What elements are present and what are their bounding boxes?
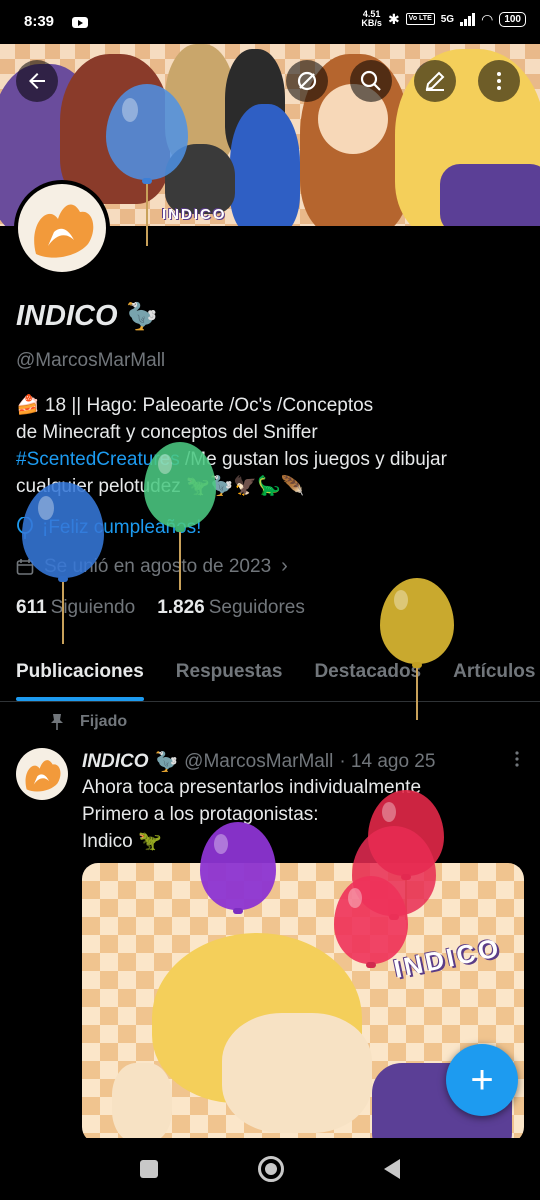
signal-icon xyxy=(460,12,476,26)
dodo-emoji: 🦤 xyxy=(154,752,179,773)
youtube-icon xyxy=(72,17,88,28)
hashtag-link[interactable]: #ScentedCreatures xyxy=(16,449,180,470)
post-author-name[interactable]: INDICO xyxy=(82,751,149,773)
back-button[interactable] xyxy=(16,60,58,102)
followers-count: 1.826 xyxy=(157,597,205,618)
followers-label: Seguidores xyxy=(208,597,305,618)
system-nav-bar xyxy=(0,1138,540,1200)
pinned-label: Fijado xyxy=(50,713,127,731)
wifi-icon: ◠ xyxy=(481,10,494,27)
post-text: Ahora toca presentarlos individualmente … xyxy=(82,774,522,855)
profile-name: INDICO 🦤 xyxy=(16,300,158,333)
profile-bio: 🍰 18 || Hago: Paleoarte /Oc's /Conceptos… xyxy=(16,392,526,500)
birthday-text: ¡Feliz cumpleaños! xyxy=(42,517,202,538)
back-nav-button[interactable] xyxy=(384,1159,400,1179)
banner-character-blue xyxy=(230,104,300,226)
status-bar: 8:39 4.51 KB/s ✱ Vo LTE 5G ◠ 100 xyxy=(0,0,540,44)
status-time: 8:39 xyxy=(24,13,55,30)
banner-character-bird xyxy=(165,144,235,214)
bio-text: /Me gustan los juegos y dibujar xyxy=(179,449,447,470)
post-header: INDICO 🦤 @MarcosMarMall · 14 ago 25 xyxy=(82,750,522,774)
follow-stats: 611 Siguiendo 1.826 Seguidores xyxy=(16,597,305,619)
pencil-icon xyxy=(425,71,445,91)
post-more-button[interactable] xyxy=(514,750,520,768)
plus-icon: + xyxy=(470,1057,494,1102)
joined-date[interactable]: Se unió en agosto de 2023 › xyxy=(16,555,288,578)
fox-logo-icon xyxy=(25,760,61,792)
compose-button[interactable]: + xyxy=(446,1044,518,1116)
net-speed: 4.51 KB/s xyxy=(361,10,382,28)
status-indicators: 4.51 KB/s ✱ Vo LTE 5G ◠ 100 xyxy=(361,10,526,28)
tab-destacados[interactable]: Destacados xyxy=(298,640,437,701)
following-label: Siguiendo xyxy=(50,597,136,618)
grok-icon xyxy=(297,71,317,91)
media-title: INDICO xyxy=(390,932,504,985)
more-vertical-icon xyxy=(515,751,519,767)
profile-tabs: Publicaciones Respuestas Destacados Artí… xyxy=(0,640,540,702)
post-line: Ahora toca presentarlos individualmente xyxy=(82,777,422,798)
balloon-icon xyxy=(17,517,33,539)
post-author-handle[interactable]: @MarcosMarMall xyxy=(184,751,333,773)
profile-avatar[interactable] xyxy=(14,180,110,276)
bio-line: #ScentedCreatures /Me gustan los juegos … xyxy=(16,446,526,473)
pinned-text: Fijado xyxy=(80,713,128,730)
bio-line: cualquier pelotudez 🦖🦤🦅🦕🪶 xyxy=(16,476,305,497)
dodo-emoji: 🦤 xyxy=(125,301,158,331)
tab-articulos[interactable]: Artículos xyxy=(437,640,540,701)
chevron-right-icon: › xyxy=(281,555,288,577)
banner-title: INDICO xyxy=(162,206,227,223)
bio-line: de Minecraft y conceptos del Sniffer xyxy=(16,422,318,443)
volte-badge: Vo LTE xyxy=(405,13,435,25)
recents-button[interactable] xyxy=(140,1160,158,1178)
post-date[interactable]: · 14 ago 25 xyxy=(339,751,435,773)
grok-button[interactable] xyxy=(286,60,328,102)
search-button[interactable] xyxy=(350,60,392,102)
fox-logo-icon xyxy=(34,204,94,258)
home-button[interactable] xyxy=(258,1156,284,1182)
search-icon xyxy=(360,70,381,91)
post-line: Indico 🦖 xyxy=(82,831,162,852)
banner-character-blonde-jacket xyxy=(440,164,540,226)
post-line: Primero a los protagonistas: xyxy=(82,804,319,825)
joined-text: Se unió en agosto de 2023 xyxy=(44,555,272,577)
profile-name-text: INDICO xyxy=(16,300,118,332)
birthday-link[interactable]: ¡Feliz cumpleaños! xyxy=(16,517,201,539)
profile-handle: @MarcosMarMall xyxy=(16,350,166,371)
more-button[interactable] xyxy=(478,60,520,102)
more-vertical-icon xyxy=(497,72,501,90)
following-link[interactable]: 611 Siguiendo xyxy=(16,597,135,619)
net-speed-unit: KB/s xyxy=(361,18,382,28)
edit-button[interactable] xyxy=(414,60,456,102)
arrow-left-icon xyxy=(29,73,45,89)
followers-link[interactable]: 1.826 Seguidores xyxy=(157,597,305,619)
network-type: 5G xyxy=(440,13,455,25)
following-count: 611 xyxy=(16,597,47,618)
tab-respuestas[interactable]: Respuestas xyxy=(160,640,299,701)
tab-publicaciones[interactable]: Publicaciones xyxy=(0,640,160,701)
bio-line: 🍰 18 || Hago: Paleoarte /Oc's /Conceptos xyxy=(16,395,374,416)
media-character-face xyxy=(222,1013,372,1133)
bluetooth-icon: ✱ xyxy=(387,10,400,27)
avatar-image xyxy=(18,184,106,272)
calendar-icon xyxy=(16,558,34,575)
pin-icon xyxy=(51,714,63,730)
media-character-hand xyxy=(112,1063,172,1143)
post-avatar[interactable] xyxy=(16,748,68,800)
battery-indicator: 100 xyxy=(499,11,526,27)
